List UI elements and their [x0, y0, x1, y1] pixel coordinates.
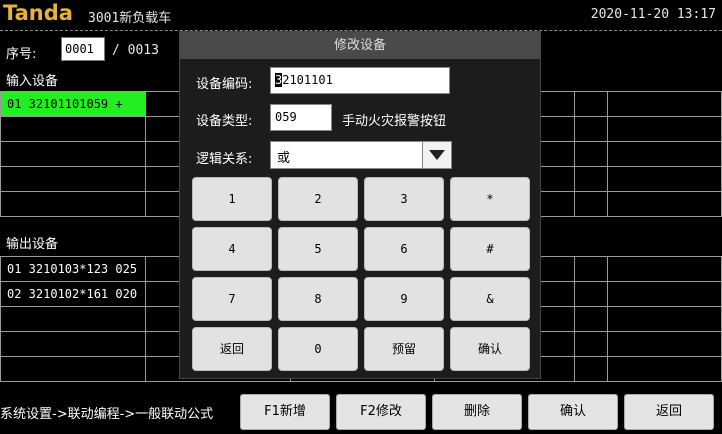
- key-9[interactable]: 9: [364, 277, 444, 321]
- output-device-cell[interactable]: 02 3210102*161 020: [0, 281, 146, 307]
- key-5[interactable]: 5: [278, 227, 358, 271]
- device-code-value: 2101101: [282, 73, 333, 87]
- key-6[interactable]: 6: [364, 227, 444, 271]
- input-devices-title: 输入设备: [6, 74, 59, 89]
- device-code-label: 设备编码:: [196, 77, 253, 92]
- output-device-cell[interactable]: [0, 331, 146, 357]
- output-device-cell[interactable]: [607, 331, 722, 357]
- add-button[interactable]: F1新增: [240, 394, 330, 430]
- back-button[interactable]: 返回: [624, 394, 714, 430]
- output-device-cell[interactable]: [574, 281, 609, 307]
- input-device-cell[interactable]: [0, 141, 146, 167]
- key-2[interactable]: 2: [278, 177, 358, 221]
- device-code-input[interactable]: 32101101: [270, 67, 450, 94]
- output-device-cell[interactable]: [0, 306, 146, 332]
- output-device-cell[interactable]: [574, 356, 609, 382]
- sequence-input[interactable]: 0001: [61, 37, 105, 61]
- device-type-input[interactable]: 059: [270, 104, 332, 131]
- input-device-cell[interactable]: [607, 141, 722, 167]
- logic-relation-label: 逻辑关系:: [196, 152, 253, 167]
- device-type-description: 手动火灾报警按钮: [342, 114, 447, 129]
- input-device-cell[interactable]: [607, 191, 722, 217]
- chevron-down-icon[interactable]: [422, 142, 451, 168]
- keypad-reserve-button[interactable]: 预留: [364, 327, 444, 371]
- output-device-cell[interactable]: [574, 256, 609, 282]
- header-title: 3001新负载车: [88, 11, 172, 26]
- input-device-cell[interactable]: [574, 191, 609, 217]
- key-0[interactable]: 0: [278, 327, 358, 371]
- output-device-cell[interactable]: [574, 331, 609, 357]
- key-asterisk[interactable]: *: [450, 177, 530, 221]
- output-device-cell[interactable]: [607, 356, 722, 382]
- input-device-cell[interactable]: [607, 166, 722, 192]
- header-bar: Tanda 3001新负载车 2020-11-20 13:17: [0, 0, 722, 31]
- input-device-cell[interactable]: [0, 116, 146, 142]
- device-type-label: 设备类型:: [196, 114, 253, 129]
- delete-button[interactable]: 删除: [432, 394, 522, 430]
- key-ampersand[interactable]: &: [450, 277, 530, 321]
- key-8[interactable]: 8: [278, 277, 358, 321]
- breadcrumb: 系统设置->联动编程->一般联动公式: [0, 407, 214, 422]
- input-device-cell[interactable]: [574, 116, 609, 142]
- input-device-cell[interactable]: [574, 91, 609, 117]
- sequence-label: 序号:: [6, 47, 37, 62]
- edit-device-dialog: 修改设备 设备编码: 32101101 设备类型: 059 手动火灾报警按钮 逻…: [179, 31, 541, 379]
- output-device-cell[interactable]: [607, 256, 722, 282]
- sequence-total: / 0013: [112, 43, 159, 58]
- input-device-cell[interactable]: [574, 141, 609, 167]
- output-devices-title: 输出设备: [6, 237, 59, 252]
- logic-relation-value: 或: [277, 151, 291, 166]
- brand-logo: Tanda: [3, 1, 73, 25]
- output-device-cell[interactable]: [607, 306, 722, 332]
- output-device-cell[interactable]: 01 3210103*123 025: [0, 256, 146, 282]
- logic-relation-select[interactable]: 或: [270, 141, 452, 169]
- key-3[interactable]: 3: [364, 177, 444, 221]
- keypad-back-button[interactable]: 返回: [192, 327, 272, 371]
- input-device-cell[interactable]: [574, 166, 609, 192]
- input-device-cell[interactable]: [607, 91, 722, 117]
- input-device-cell[interactable]: [0, 191, 146, 217]
- keypad-confirm-button[interactable]: 确认: [450, 327, 530, 371]
- key-4[interactable]: 4: [192, 227, 272, 271]
- input-device-cell[interactable]: [607, 116, 722, 142]
- confirm-button[interactable]: 确认: [528, 394, 618, 430]
- key-1[interactable]: 1: [192, 177, 272, 221]
- output-device-cell[interactable]: [0, 356, 146, 382]
- edit-button[interactable]: F2修改: [336, 394, 426, 430]
- input-device-cell[interactable]: [0, 166, 146, 192]
- output-device-cell[interactable]: [607, 281, 722, 307]
- output-device-cell[interactable]: [574, 306, 609, 332]
- dialog-title: 修改设备: [180, 32, 540, 59]
- key-hash[interactable]: #: [450, 227, 530, 271]
- input-device-cell[interactable]: 01 32101101059 +: [0, 91, 146, 117]
- key-7[interactable]: 7: [192, 277, 272, 321]
- datetime-display: 2020-11-20 13:17: [590, 7, 716, 22]
